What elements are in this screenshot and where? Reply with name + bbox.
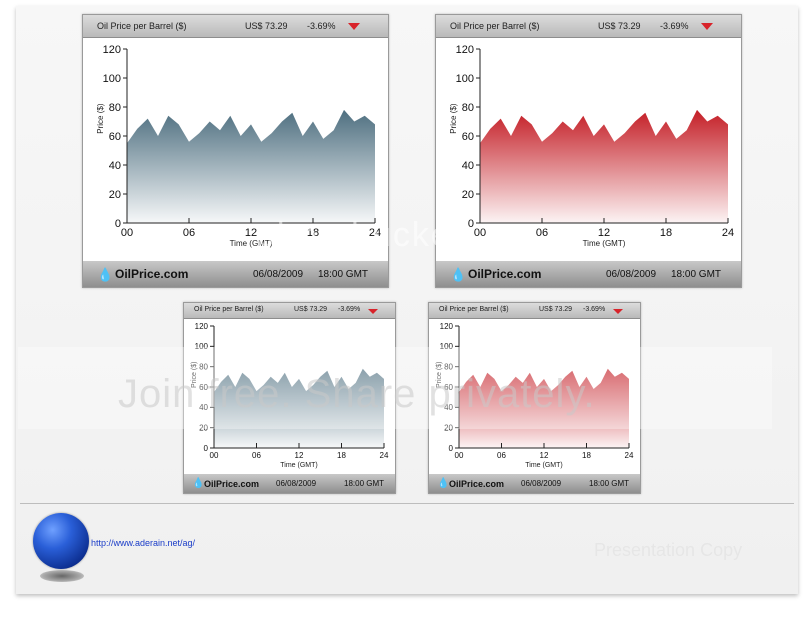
presentation-copy-label: Presentation Copy [594,540,743,560]
globe-shadow [40,570,84,582]
x-tick-label: 24 [722,227,734,239]
price-area-series [480,109,728,223]
price-change: -3.69% [307,21,336,31]
oil-drop-icon: 💧 [192,478,205,489]
price-change: -3.69% [338,306,361,313]
x-axis-label: Time (GMT) [583,239,626,248]
price-change: -3.69% [583,306,606,313]
y-axis-label: Price ($) [96,103,105,134]
widget-header: Oil Price per Barrel ($) US$ 73.29 -3.69… [184,303,395,319]
watermark-tagline: Join free. Share privately. [118,372,596,416]
widget-footer: 💧 OilPrice.com 06/08/2009 18:00 GMT [436,261,741,287]
widget-footer: 💧 OilPrice.com 06/08/2009 18:00 GMT [83,261,388,287]
x-tick-label: 00 [121,227,133,239]
oil-widget-large-red: Oil Price per Barrel ($) US$ 73.29 -3.69… [435,14,742,288]
x-tick-label: 24 [625,451,634,460]
y-tick-label: 120 [456,44,474,56]
price-value: US$ 73.29 [598,21,641,31]
price-value: US$ 73.29 [539,306,573,313]
x-tick-label: 18 [337,451,346,460]
section-divider [20,503,794,504]
logo-text: OilPrice.com [115,267,189,281]
y-tick-label: 80 [109,102,121,114]
x-tick-label: 18 [582,451,591,460]
time-text: 18:00 GMT [344,479,385,488]
price-area-series [127,109,375,223]
down-arrow-icon [701,23,713,30]
x-tick-label: 06 [497,451,506,460]
x-tick-label: 00 [455,451,464,460]
down-arrow-icon [348,23,360,30]
x-tick-label: 24 [380,451,389,460]
date-text: 06/08/2009 [521,479,562,488]
y-tick-label: 120 [440,322,454,331]
y-tick-label: 80 [462,102,474,114]
oil-drop-icon: 💧 [450,267,467,282]
widget-title: Oil Price per Barrel ($) [450,21,540,31]
price-chart: 02040608010012000 06 12 18 24Time (GMT)Price… [449,44,734,248]
globe-logo-icon [33,513,89,569]
x-tick-label: 12 [540,451,549,460]
price-value: US$ 73.29 [294,306,328,313]
x-tick-label: 12 [295,451,304,460]
y-tick-label: 120 [103,44,121,56]
y-tick-label: 0 [204,444,209,453]
down-arrow-icon [368,309,378,314]
y-tick-label: 100 [103,73,121,85]
widget-header: Oil Price per Barrel ($) US$ 73.29 -3.69… [436,15,741,38]
date-text: 06/08/2009 [276,479,317,488]
x-tick-label: 06 [252,451,261,460]
y-tick-label: 40 [462,160,474,172]
date-text: 06/08/2009 [253,269,304,280]
date-text: 06/08/2009 [606,269,657,280]
footer-link[interactable]: http://www.aderain.net/ag/ [91,538,195,548]
widget-title: Oil Price per Barrel ($) [439,306,509,313]
widget-footer: 💧 OilPrice.com 06/08/2009 18:00 GMT [429,474,640,493]
time-text: 18:00 GMT [318,269,369,280]
down-arrow-icon [613,309,623,314]
x-tick-label: 06 [183,227,195,239]
time-text: 18:00 GMT [589,479,630,488]
x-tick-label: 06 [536,227,548,239]
y-tick-label: 100 [456,73,474,85]
y-tick-label: 40 [109,160,121,172]
x-tick-label: 00 [474,227,486,239]
widget-footer: 💧 OilPrice.com 06/08/2009 18:00 GMT [184,474,395,493]
x-tick-label: 12 [598,227,610,239]
price-change: -3.69% [660,21,689,31]
watermark-brand: photobucket [256,216,464,254]
x-tick-label: 00 [210,451,219,460]
widget-title: Oil Price per Barrel ($) [97,21,187,31]
oil-drop-icon: 💧 [97,267,114,282]
y-tick-label: 60 [462,131,474,143]
widget-header: Oil Price per Barrel ($) US$ 73.29 -3.69… [83,15,388,38]
y-tick-label: 60 [109,131,121,143]
y-tick-label: 20 [109,189,121,201]
y-tick-label: 20 [462,189,474,201]
time-text: 18:00 GMT [671,269,722,280]
widget-header: Oil Price per Barrel ($) US$ 73.29 -3.69… [429,303,640,319]
price-value: US$ 73.29 [245,21,288,31]
y-tick-label: 0 [449,444,454,453]
logo-text: OilPrice.com [468,267,542,281]
y-axis-label: Price ($) [449,103,458,134]
x-axis-label: Time (GMT) [525,462,562,469]
x-axis-label: Time (GMT) [280,462,317,469]
logo-text: OilPrice.com [204,479,260,489]
y-tick-label: 120 [195,322,209,331]
widget-title: Oil Price per Barrel ($) [194,306,264,313]
logo-text: OilPrice.com [449,479,505,489]
oil-drop-icon: 💧 [437,478,450,489]
x-tick-label: 18 [660,227,672,239]
